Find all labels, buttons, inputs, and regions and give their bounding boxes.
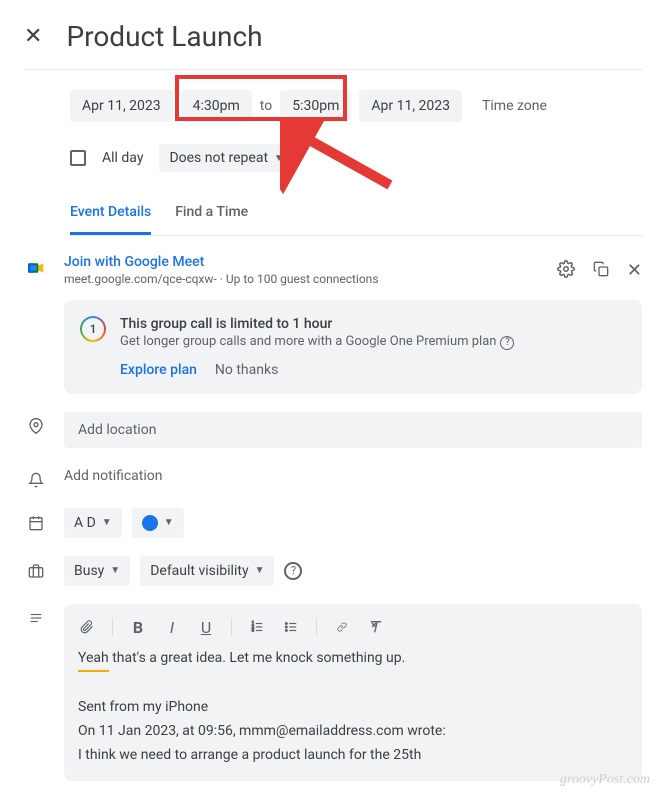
description-text[interactable]: Yeah that's a great idea. Let me knock s… [78,647,628,768]
location-input[interactable]: Add location [64,412,642,448]
close-icon[interactable]: ✕ [24,24,42,49]
gear-icon[interactable] [557,260,575,281]
copy-icon[interactable] [593,260,609,281]
bullet-list-icon[interactable] [282,620,300,634]
description-editor[interactable]: B I U 123 Yeah that's a great [64,604,642,782]
underline-icon[interactable]: U [197,618,215,637]
repeat-dropdown[interactable]: Does not repeat ▼ [159,144,294,172]
allday-checkbox[interactable] [70,150,86,166]
end-date[interactable]: Apr 11, 2023 [359,90,462,122]
remove-meet-icon[interactable]: ✕ [627,260,642,281]
briefcase-icon [24,561,44,581]
busy-dropdown[interactable]: Busy ▼ [64,556,130,586]
color-dot [142,515,158,531]
attachment-icon[interactable] [78,618,96,636]
calendar-owner-dropdown[interactable]: A D ▼ [64,508,122,538]
banner-title: This group call is limited to 1 hour [120,316,626,332]
event-title[interactable]: Product Launch [66,20,642,53]
chevron-down-icon: ▼ [274,153,284,164]
end-time[interactable]: 5:30pm [280,90,351,122]
clear-format-icon[interactable] [367,619,385,635]
meet-url: meet.google.com/qce-cqxw- [64,272,217,286]
calendar-color-dropdown[interactable]: ▼ [132,508,184,538]
tab-event-details[interactable]: Event Details [70,204,151,235]
meet-join-link[interactable]: Join with Google Meet [64,254,379,270]
chevron-down-icon: ▼ [255,565,265,576]
calendar-icon [24,513,44,533]
bell-icon [24,470,44,490]
chevron-down-icon: ▼ [102,517,112,528]
google-one-icon: 1 [80,316,106,342]
chevron-down-icon: ▼ [164,517,174,528]
meet-icon [24,258,44,278]
add-notification-button[interactable]: Add notification [64,466,163,484]
no-thanks-link[interactable]: No thanks [215,362,278,378]
chevron-down-icon: ▼ [110,565,120,576]
help-icon[interactable]: ? [284,562,302,580]
watermark: groovyPost.com [560,772,650,788]
visibility-dropdown[interactable]: Default visibility ▼ [140,556,274,586]
tab-find-time[interactable]: Find a Time [175,204,248,235]
description-icon [24,608,44,628]
bold-icon[interactable]: B [129,618,147,637]
help-icon[interactable]: ? [500,336,514,350]
explore-plan-link[interactable]: Explore plan [120,362,197,378]
allday-label: All day [102,150,143,166]
start-time[interactable]: 4:30pm [181,90,252,122]
svg-text:3: 3 [252,628,255,633]
link-icon[interactable] [333,622,351,632]
location-icon [24,416,44,436]
numbered-list-icon[interactable]: 123 [248,620,266,634]
italic-icon[interactable]: I [163,618,181,637]
google-one-banner: 1 This group call is limited to 1 hour G… [64,300,642,394]
timezone-button[interactable]: Time zone [482,98,547,114]
start-date[interactable]: Apr 11, 2023 [70,90,173,122]
to-label: to [260,98,272,114]
banner-desc: Get longer group calls and more with a G… [120,334,496,349]
meet-connections: Up to 100 guest connections [226,272,379,286]
